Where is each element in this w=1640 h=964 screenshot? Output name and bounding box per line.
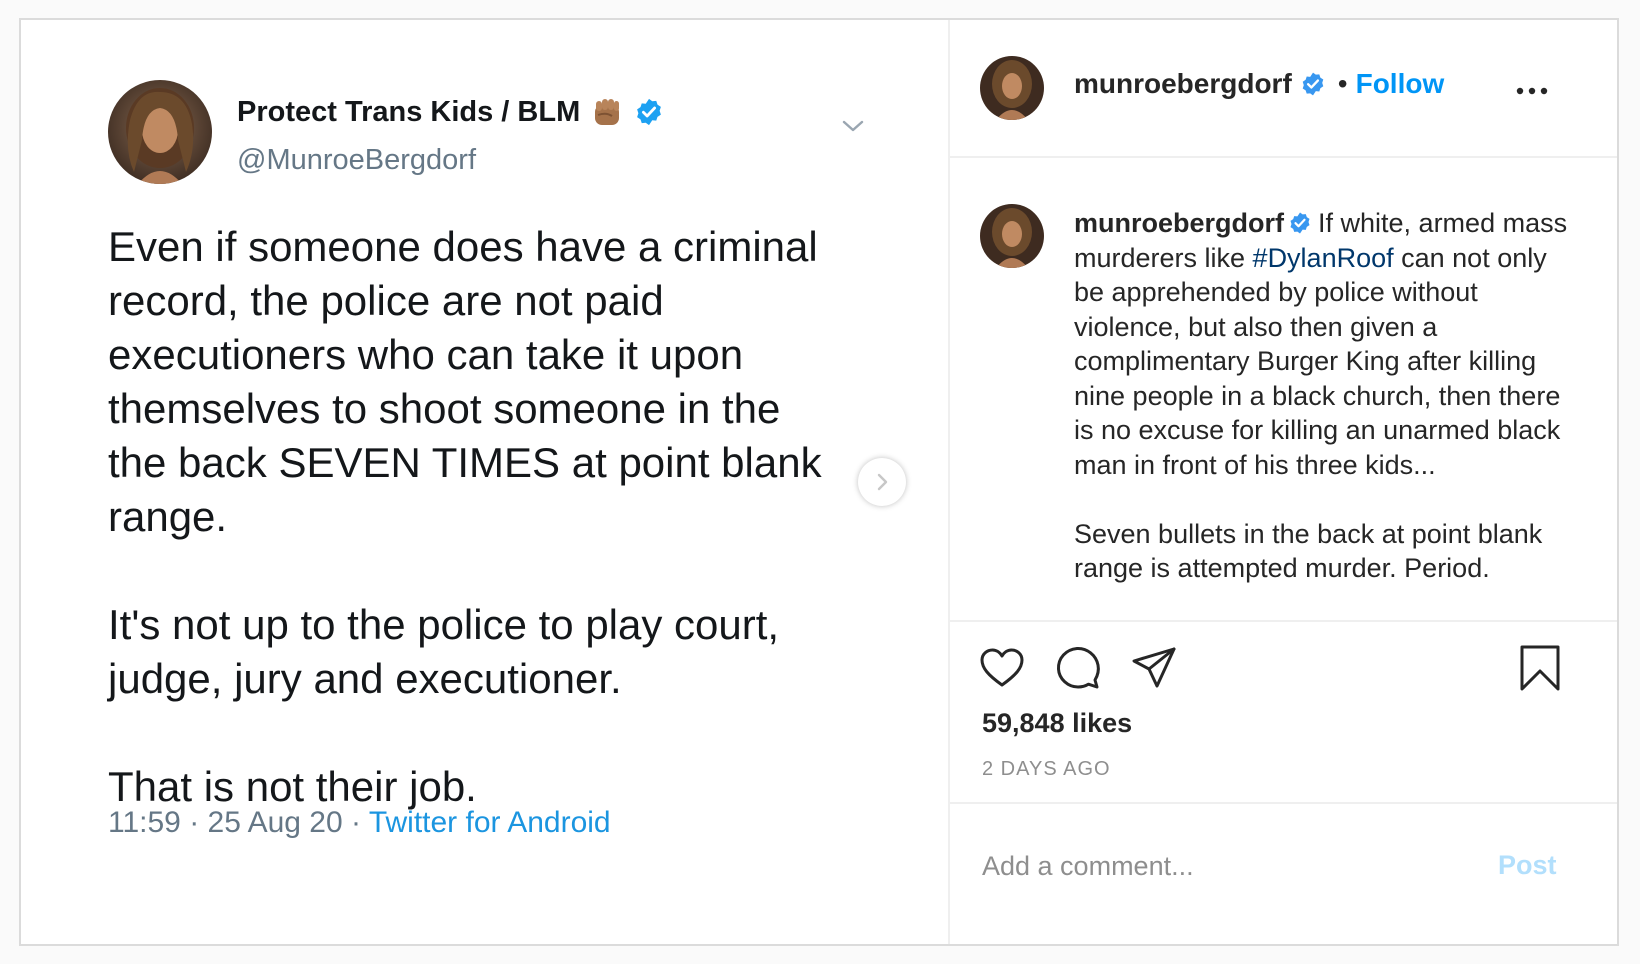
comment-icon[interactable] [1054,644,1102,692]
caption-second-paragraph: Seven bullets in the back at point blank… [1074,518,1543,584]
tweet-date: 25 Aug 20 [207,806,343,839]
caption-username[interactable]: munroebergdorf [1074,208,1284,238]
tweet-avatar [108,80,212,184]
chevron-right-icon [877,473,888,491]
avatar[interactable] [980,56,1044,120]
post-side-panel: munroebergdorf • Follow munroebergdorf I… [950,20,1617,944]
post-media: Protect Trans Kids / BLM @MunroeBergdorf… [21,20,950,944]
follow-separator: • [1337,68,1348,99]
carousel-next-button[interactable] [858,458,906,506]
tweet-handle: @MunroeBergdorf [237,144,476,176]
verified-badge-icon [1288,209,1312,234]
post-author-row: munroebergdorf • Follow [1074,68,1444,100]
caption-body: can not only be apprehended by police wi… [1074,242,1561,480]
bookmark-icon[interactable] [1516,644,1564,692]
avatar[interactable] [980,204,1044,268]
more-options-icon[interactable] [1514,84,1550,98]
post-caption: munroebergdorf If white, armed mass murde… [950,158,1617,620]
caption-text: munroebergdorf If white, armed mass murde… [1074,206,1574,586]
verified-badge-icon [634,97,664,127]
post-username[interactable]: munroebergdorf [1074,68,1292,100]
raised-fist-icon [590,95,624,129]
post-dialog: Protect Trans Kids / BLM @MunroeBergdorf… [19,18,1619,946]
post-comment-button[interactable]: Post [1498,850,1557,881]
meta-separator: · [189,806,200,839]
comment-box: Post [950,802,1617,944]
verified-badge-icon [1300,71,1326,97]
post-timestamp[interactable]: 2 DAYS AGO [982,758,1111,781]
tweet-paragraph: Even if someone does have a criminal rec… [108,223,822,540]
chevron-down-icon [839,112,867,140]
tweet-meta: 11:59 · 25 Aug 20 · Twitter for Android [108,806,611,840]
post-actions: 59,848 likes 2 DAYS AGO [950,620,1617,804]
caption-hashtag[interactable]: #DylanRoof [1253,243,1394,273]
share-icon[interactable] [1130,644,1178,692]
comment-input[interactable] [982,844,1462,888]
likes-count[interactable]: 59,848 likes [982,708,1132,739]
tweet-body: Even if someone does have a criminal rec… [108,220,888,814]
meta-separator: · [351,806,362,839]
tweet-source: Twitter for Android [368,806,611,839]
follow-button[interactable]: Follow [1356,68,1445,100]
tweet-display-name: Protect Trans Kids / BLM [237,95,581,128]
post-header: munroebergdorf • Follow [950,20,1617,158]
tweet-paragraph: It's not up to the police to play court,… [108,601,780,702]
heart-icon[interactable] [978,644,1026,692]
tweet-author-row: Protect Trans Kids / BLM [237,92,664,132]
tweet-time: 11:59 [108,806,181,839]
